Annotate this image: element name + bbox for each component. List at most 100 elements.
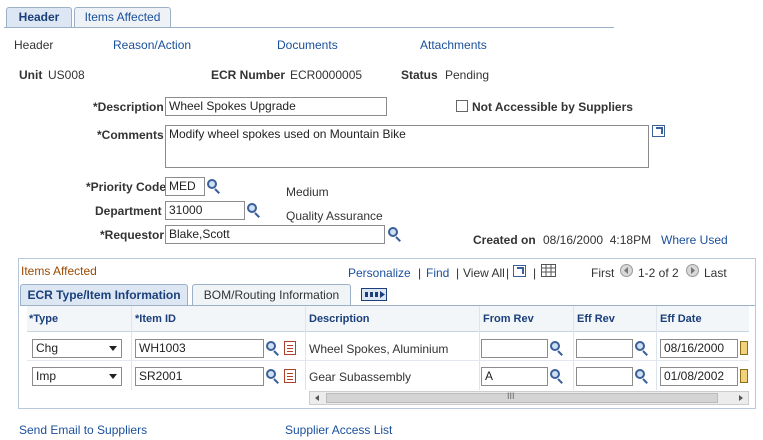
next-icon[interactable] [686,264,699,277]
chevron-down-icon [109,374,117,379]
first-label[interactable]: First [591,266,614,280]
col-separator [656,306,657,390]
eff-rev-input[interactable] [576,367,633,386]
col-separator [305,306,306,390]
eff-rev-lookup-icon[interactable] [635,369,649,384]
separator: | [533,266,537,280]
new-window-icon[interactable] [513,265,526,277]
requestor-label: *Requestor [100,228,165,242]
from-rev-input[interactable] [481,339,548,358]
comments-label: *Comments [97,128,164,142]
unit-value: US008 [48,68,85,82]
eff-rev-lookup-icon[interactable] [635,341,649,356]
scroll-left-button[interactable] [310,392,324,404]
col-separator [131,306,132,390]
requestor-lookup-icon[interactable] [388,227,402,242]
tab-header[interactable]: Header [6,7,72,28]
item-id-input[interactable]: SR2001 [135,367,264,386]
item-lookup-icon[interactable] [266,369,280,384]
type-select[interactable]: Chg [32,339,122,358]
eff-rev-input[interactable] [576,339,633,358]
department-description: Quality Assurance [286,209,383,223]
col-separator [479,306,480,390]
col-eff-date[interactable]: Eff Date [658,307,702,331]
department-label: Department [95,204,162,218]
not-accessible-label: Not Accessible by Suppliers [472,100,633,114]
status-label: Status [401,68,438,82]
description-input[interactable]: Wheel Spokes Upgrade [165,97,387,116]
priority-code-input[interactable]: MED [165,177,205,196]
priority-description: Medium [286,185,329,199]
row-separator [27,360,749,361]
supplier-access-link[interactable]: Supplier Access List [285,423,392,437]
download-grid-icon[interactable] [541,264,556,277]
priority-code-label: *Priority Code [86,180,167,194]
where-used-link[interactable]: Where Used [661,233,728,247]
show-all-columns-icon[interactable] [361,288,387,301]
not-accessible-checkbox[interactable] [456,100,468,112]
row-description: Wheel Spokes, Aluminium [309,342,449,356]
type-value: Chg [36,341,59,355]
items-affected-grid [18,258,756,409]
scroll-grip: III [507,391,515,401]
last-label[interactable]: Last [704,266,727,280]
ecr-number-value: ECR0000005 [290,68,363,82]
row-range: 1-2 of 2 [638,266,679,280]
col-separator [573,306,574,390]
eff-date-input[interactable]: 08/16/2000 [660,339,738,358]
created-on-label: Created on [473,233,536,247]
department-input[interactable]: 31000 [165,201,245,220]
chevron-down-icon [109,346,117,351]
status-value: Pending [445,68,490,82]
attachments-link[interactable]: Attachments [420,38,487,52]
department-lookup-icon[interactable] [247,203,261,218]
description-label: *Description [93,100,164,114]
grid-title: Items Affected [21,264,97,278]
find-link[interactable]: Find [426,266,449,280]
tab-items-affected[interactable]: Items Affected [74,7,171,28]
arrow-right-icon [739,395,743,401]
calendar-icon[interactable] [740,341,748,355]
scroll-right-button[interactable] [734,392,748,404]
item-id-input[interactable]: WH1003 [135,339,264,358]
separator: | [506,266,510,280]
separator: | [456,266,460,280]
reason-action-link[interactable]: Reason/Action [113,38,191,52]
subnav-header: Header [14,38,54,52]
unit-label: Unit [19,68,43,82]
from-rev-lookup-icon[interactable] [550,341,564,356]
documents-link[interactable]: Documents [277,38,338,52]
col-eff-rev[interactable]: Eff Rev [575,307,615,331]
grid-horizontal-scrollbar[interactable]: III [309,391,749,405]
eff-date-input[interactable]: 01/08/2002 [660,367,738,386]
item-lookup-icon[interactable] [266,341,280,356]
expand-comments-icon[interactable] [652,125,665,137]
col-item-id[interactable]: *Item ID [133,307,176,331]
col-from-rev[interactable]: From Rev [481,307,534,331]
send-email-link[interactable]: Send Email to Suppliers [19,423,147,437]
requestor-input[interactable]: Blake,Scott [165,225,385,244]
tab-bom-routing[interactable]: BOM/Routing Information [192,284,351,306]
row-description: Gear Subassembly [309,370,412,384]
type-value: Imp [36,369,57,383]
item-details-icon[interactable] [284,369,296,383]
from-rev-input[interactable]: A [481,367,548,386]
tab-ecr-type-item[interactable]: ECR Type/Item Information [20,284,188,306]
type-select[interactable]: Imp [32,367,122,386]
tab-divider [4,27,614,28]
from-rev-lookup-icon[interactable] [550,369,564,384]
arrow-left-icon [315,395,319,401]
col-description[interactable]: Description [307,307,370,331]
scroll-thumb[interactable]: III [326,391,718,403]
created-on-value: 08/16/2000 4:18PM [543,233,652,247]
personalize-link[interactable]: Personalize [348,266,411,280]
priority-lookup-icon[interactable] [207,179,221,194]
view-all-link[interactable]: View All [463,266,505,280]
calendar-icon[interactable] [740,369,748,383]
col-type[interactable]: *Type [27,307,58,331]
separator: | [418,266,422,280]
previous-icon[interactable] [620,264,633,277]
item-details-icon[interactable] [284,341,296,355]
comments-textarea[interactable]: Modify wheel spokes used on Mountain Bik… [165,125,649,168]
ecr-number-label: ECR Number [211,68,286,82]
